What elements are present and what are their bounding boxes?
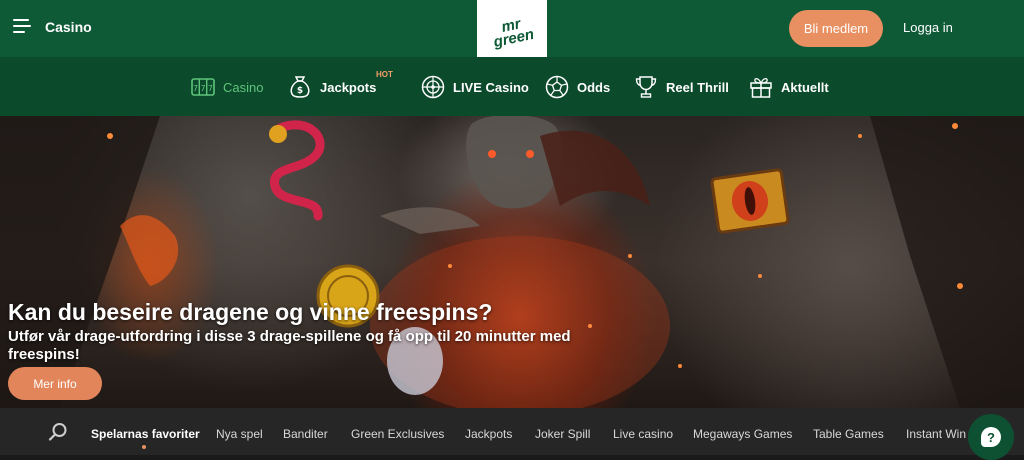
slot-machine-icon: 777 <box>191 75 215 99</box>
help-chat-button[interactable]: ? <box>968 414 1014 460</box>
search-icon[interactable] <box>48 422 68 442</box>
mrgreen-logo[interactable]: mr green <box>477 0 547 64</box>
category-bandits[interactable]: Banditer <box>283 427 328 441</box>
section-label: Casino <box>45 19 92 35</box>
nav-item-reel-thrill[interactable]: Reel Thrill <box>634 75 729 99</box>
category-new-games[interactable]: Nya spel <box>216 427 263 441</box>
nav-item-casino[interactable]: 777 Casino <box>191 75 263 99</box>
help-icon: ? <box>981 427 1001 447</box>
nav-label: Aktuellt <box>781 79 829 95</box>
nav-label: Reel Thrill <box>666 79 729 95</box>
hero-title: Kan du beseire dragene og vinne freespin… <box>8 299 493 325</box>
category-green-exclusives[interactable]: Green Exclusives <box>351 427 444 441</box>
svg-text:7: 7 <box>193 84 198 93</box>
hot-badge: HOT <box>376 70 393 79</box>
nav-label: LIVE Casino <box>453 79 529 95</box>
svg-text:7: 7 <box>208 84 213 93</box>
nav-item-aktuellt[interactable]: Aktuellt <box>749 75 829 99</box>
category-table-games[interactable]: Table Games <box>813 427 884 441</box>
main-nav: 777 Casino $ Jackpots HOT LIVE Casino Od… <box>0 57 1024 116</box>
hamburger-menu-icon[interactable] <box>13 17 33 35</box>
svg-text:$: $ <box>297 86 303 96</box>
category-live-casino[interactable]: Live casino <box>613 427 673 441</box>
nav-label: Odds <box>577 79 611 95</box>
category-bar: Spelarnas favoriter Nya spel Banditer Gr… <box>0 408 1024 455</box>
nav-item-live-casino[interactable]: LIVE Casino <box>421 75 529 99</box>
hero-subtitle: Utfør vår drage-utfordring i disse 3 dra… <box>8 328 571 363</box>
category-megaways[interactable]: Megaways Games <box>693 427 792 441</box>
login-link[interactable]: Logga in <box>903 20 953 35</box>
more-info-button[interactable]: Mer info <box>8 367 102 400</box>
top-header: Casino mr green Bli medlem Logga in <box>0 0 1024 64</box>
svg-text:7: 7 <box>200 84 205 93</box>
nav-label: Jackpots <box>320 79 377 95</box>
football-icon <box>545 75 569 99</box>
hero-banner[interactable]: Kan du beseire dragene og vinne freespin… <box>0 116 1024 408</box>
nav-item-jackpots[interactable]: $ Jackpots HOT <box>288 70 393 99</box>
category-jackpots[interactable]: Jackpots <box>465 427 512 441</box>
nav-item-odds[interactable]: Odds <box>545 75 610 99</box>
signup-button[interactable]: Bli medlem <box>789 10 883 47</box>
roulette-icon <box>421 75 445 99</box>
gift-icon <box>749 75 773 99</box>
trophy-icon <box>634 75 658 99</box>
dragon-artwork-image <box>0 116 1024 408</box>
category-instant-win[interactable]: Instant Win <box>906 427 966 441</box>
nav-label: Casino <box>223 79 264 95</box>
category-favorites[interactable]: Spelarnas favoriter <box>91 427 200 441</box>
money-bag-icon: $ <box>288 75 312 99</box>
category-joker-spill[interactable]: Joker Spill <box>535 427 590 441</box>
active-category-indicator <box>142 445 146 449</box>
